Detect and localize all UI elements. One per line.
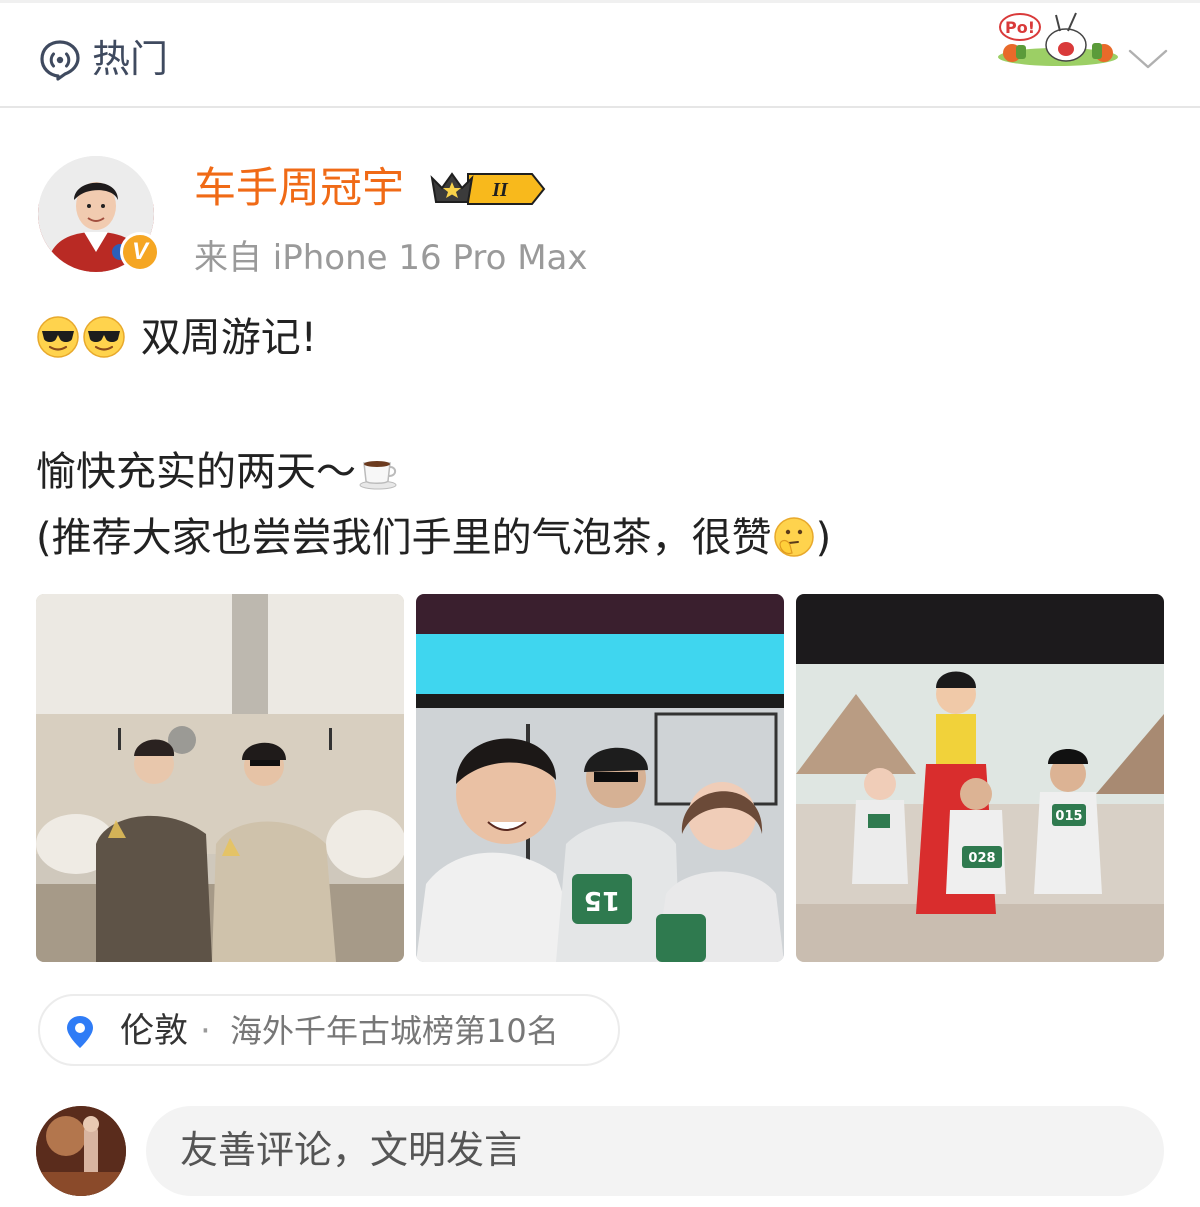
my-avatar[interactable]	[36, 1106, 126, 1196]
post-title-text: 双周游记!	[140, 315, 317, 361]
post-text-line-2: 愉快充实的两天～	[36, 446, 400, 498]
location-city: 伦敦	[120, 1011, 188, 1051]
coffee-emoji-icon	[359, 461, 397, 490]
cool-sunglasses-emoji-icon	[83, 316, 125, 358]
svg-text:II: II	[491, 179, 509, 201]
post-text-line-1: 双周游记!	[36, 312, 317, 364]
post-photo-1[interactable]	[36, 594, 404, 962]
rabbit-sticker-icon[interactable]: Po!	[996, 9, 1120, 67]
vip-crown-badge-icon[interactable]: II	[428, 168, 546, 210]
post-text-line-3: (推荐大家也尝尝我们手里的气泡茶，很赞 )	[36, 512, 831, 564]
location-rank: 海外千年古城榜第10名	[230, 1012, 559, 1050]
chevron-down-icon[interactable]	[1128, 47, 1168, 71]
post-body-text-2: (推荐大家也尝尝我们手里的气泡茶，很赞	[36, 515, 772, 561]
photo-selfie-image: 15	[416, 594, 784, 962]
svg-text:015: 015	[1055, 809, 1082, 824]
verified-badge: V	[120, 232, 160, 272]
location-separator: ·	[200, 1011, 211, 1051]
top-bar: 热门 Po!	[0, 0, 1200, 108]
post-photo-2[interactable]: 15	[416, 594, 784, 962]
post-source: 来自 iPhone 16 Pro Max	[194, 238, 588, 278]
photo-lounge-image	[36, 594, 404, 962]
post-body-text-close: )	[815, 515, 832, 561]
hot-topic-icon	[40, 40, 80, 81]
post-body-text: 愉快充实的两天～	[36, 449, 356, 495]
author-name[interactable]: 车手周冠宇	[194, 162, 404, 214]
location-pin-icon	[67, 1016, 93, 1048]
hot-tab-label[interactable]: 热门	[92, 36, 168, 82]
cool-sunglasses-emoji-icon	[37, 316, 79, 358]
svg-text:Po!: Po!	[1005, 18, 1035, 37]
photo-squid-game-set-image: 028 015	[796, 594, 1164, 962]
comment-input[interactable]: 友善评论，文明发言	[146, 1106, 1164, 1196]
svg-text:15: 15	[584, 885, 620, 915]
comment-placeholder: 友善评论，文明发言	[180, 1128, 523, 1172]
post-photo-3[interactable]: 028 015	[796, 594, 1164, 962]
svg-text:028: 028	[968, 851, 995, 866]
thinking-emoji-icon	[773, 517, 814, 557]
location-chip[interactable]: 伦敦 · 海外千年古城榜第10名	[38, 994, 620, 1066]
